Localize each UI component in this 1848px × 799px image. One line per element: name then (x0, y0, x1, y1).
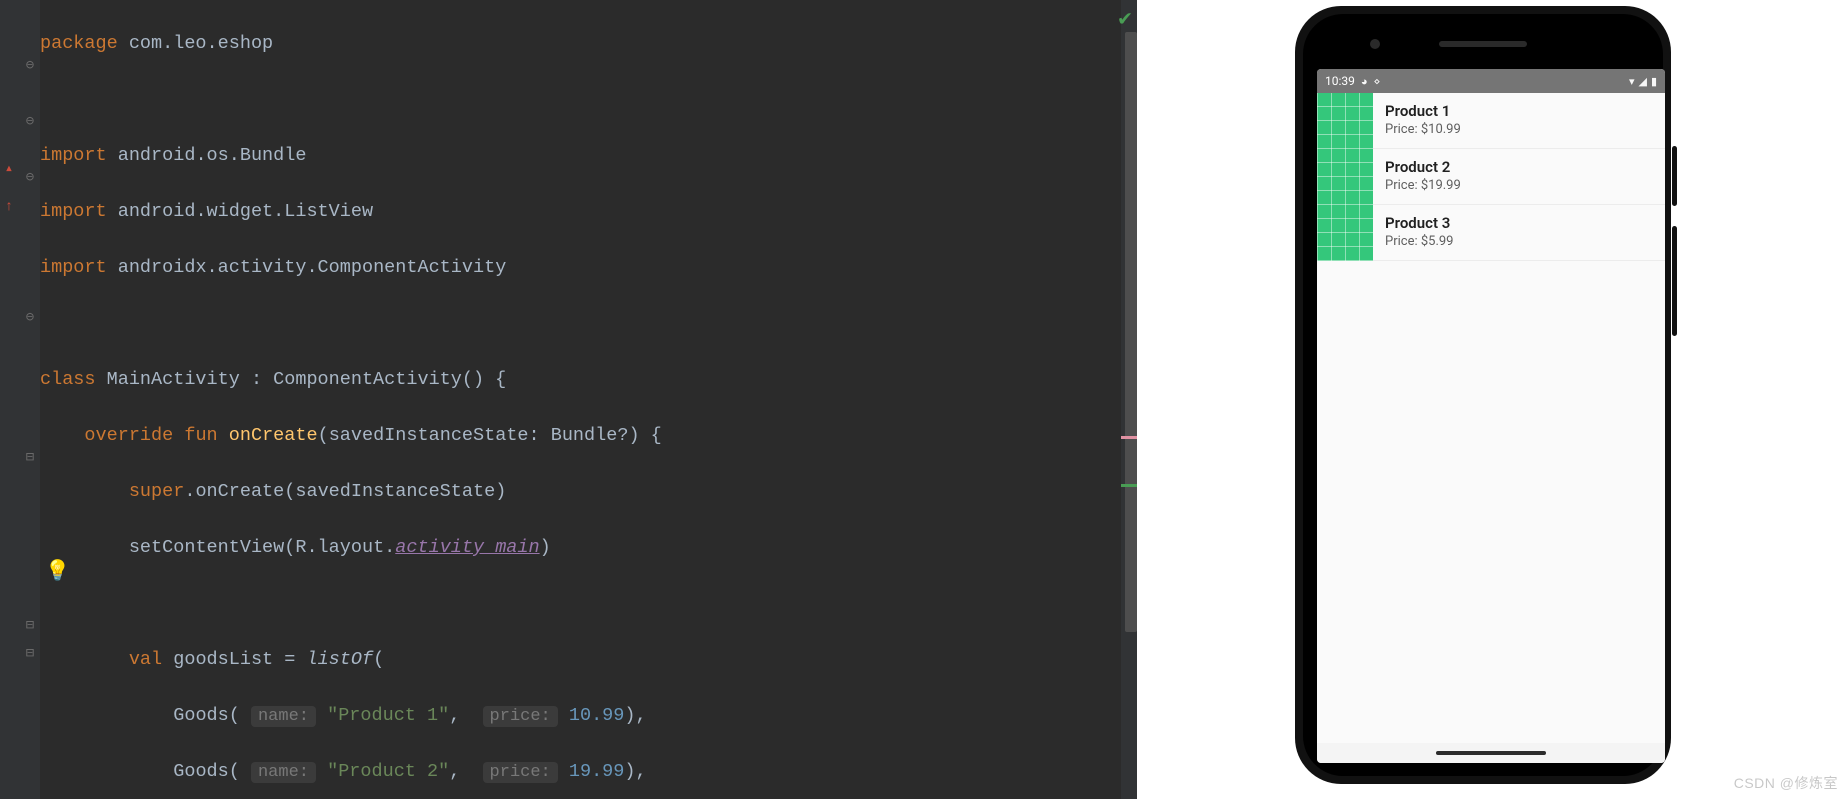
wifi-icon: ▾ (1629, 75, 1635, 88)
punct: ) (540, 537, 551, 558)
product-thumbnail (1317, 149, 1373, 205)
product-price: Price: $19.99 (1385, 178, 1461, 195)
editor-right-annotation-strip: ✔ (1121, 0, 1137, 799)
volume-button[interactable] (1672, 226, 1677, 336)
keyword: import (40, 145, 107, 166)
code-editor[interactable]: ⊖ ⊖ ⊖ ▴ ↑ ⊖ ⊟ ⊟ ⊟ 💡 ✔ package com.leo.es… (0, 0, 1137, 799)
breakpoint-indicator[interactable]: ▴ (2, 162, 16, 176)
punct: , (449, 761, 460, 782)
import-target: android.widget.ListView (107, 201, 373, 222)
fn-call: Goods( (173, 705, 240, 726)
status-bar: 10:39 ◕ ⋄ ▾ ◢ ▮ (1317, 69, 1665, 93)
list-item-text: Product 2 Price: $19.99 (1373, 158, 1461, 194)
fn-call: listOf (306, 649, 373, 670)
warning-marker[interactable] (1121, 484, 1137, 487)
punct: ( (373, 649, 384, 670)
fold-end[interactable]: ⊟ (22, 451, 38, 467)
list-item-text: Product 3 Price: $5.99 (1373, 214, 1454, 250)
gesture-nav-bar[interactable] (1317, 743, 1665, 763)
param-hint: name: (251, 762, 316, 783)
emulator-panel: 10:39 ◕ ⋄ ▾ ◢ ▮ Product 1 (1137, 0, 1848, 799)
function-name: onCreate (229, 425, 318, 446)
keyword: class (40, 369, 96, 390)
fold-toggle[interactable]: ⊖ (22, 59, 38, 75)
class-declaration: MainActivity : ComponentActivity() { (96, 369, 507, 390)
fold-end[interactable]: ⊟ (22, 619, 38, 635)
status-ok-icon: ✔ (1111, 6, 1137, 26)
status-today-icon: ◕ (1361, 75, 1368, 88)
power-button[interactable] (1672, 146, 1677, 206)
string-literal: "Product 1" (327, 705, 449, 726)
param-hint: price: (483, 706, 558, 727)
fold-end[interactable]: ⊟ (22, 647, 38, 663)
error-marker[interactable] (1121, 436, 1137, 439)
product-price: Price: $10.99 (1385, 122, 1461, 139)
list-item[interactable]: Product 2 Price: $19.99 (1317, 149, 1665, 205)
keyword: fun (173, 425, 229, 446)
keyword: override (84, 425, 173, 446)
override-indicator[interactable]: ↑ (2, 200, 16, 214)
list-item[interactable]: Product 1 Price: $10.99 (1317, 93, 1665, 149)
product-list[interactable]: Product 1 Price: $10.99 Product 2 Price:… (1317, 93, 1665, 743)
fold-toggle[interactable]: ⊖ (22, 171, 38, 187)
nav-pill[interactable] (1436, 751, 1546, 755)
number-literal: 10.99 (569, 705, 625, 726)
number-literal: 19.99 (569, 761, 625, 782)
product-thumbnail (1317, 205, 1373, 261)
product-title: Product 2 (1385, 158, 1461, 178)
layout-ref: activity_main (395, 537, 539, 558)
product-title: Product 3 (1385, 214, 1454, 234)
punct: , (449, 705, 460, 726)
fold-toggle[interactable]: ⊖ (22, 311, 38, 327)
product-thumbnail (1317, 93, 1373, 149)
signal-icon: ◢ (1638, 75, 1646, 88)
keyword: package (40, 33, 118, 54)
import-target: androidx.activity.ComponentActivity (107, 257, 507, 278)
param-hint: name: (251, 706, 316, 727)
string-literal: "Product 2" (327, 761, 449, 782)
product-title: Product 1 (1385, 102, 1461, 122)
device-frame: 10:39 ◕ ⋄ ▾ ◢ ▮ Product 1 (1295, 6, 1671, 784)
status-time: 10:39 (1325, 74, 1355, 88)
device-bezel: 10:39 ◕ ⋄ ▾ ◢ ▮ Product 1 (1303, 14, 1663, 776)
editor-gutter: ⊖ ⊖ ⊖ ▴ ↑ ⊖ ⊟ ⊟ ⊟ (0, 0, 40, 799)
battery-icon: ▮ (1651, 75, 1657, 88)
earpiece-speaker (1439, 41, 1527, 47)
call: .onCreate(savedInstanceState) (184, 481, 506, 502)
param-hint: price: (483, 762, 558, 783)
fold-toggle[interactable]: ⊖ (22, 115, 38, 131)
code-area[interactable]: package com.leo.eshop import android.os.… (40, 0, 1100, 799)
call: setContentView(R.layout. (129, 537, 395, 558)
status-debug-icon: ⋄ (1374, 75, 1381, 88)
fn-call: Goods( (173, 761, 240, 782)
import-target: android.os.Bundle (107, 145, 307, 166)
keyword: val (129, 649, 162, 670)
keyword: super (129, 481, 185, 502)
watermark: CSDN @修炼室 (1734, 773, 1838, 793)
keyword: import (40, 257, 107, 278)
product-price: Price: $5.99 (1385, 234, 1454, 251)
params: (savedInstanceState: Bundle?) { (318, 425, 662, 446)
package-name: com.leo.eshop (118, 33, 273, 54)
list-item-text: Product 1 Price: $10.99 (1373, 102, 1461, 138)
punct: ), (624, 761, 646, 782)
keyword: import (40, 201, 107, 222)
scrollbar-thumb[interactable] (1125, 32, 1137, 632)
punct: ), (624, 705, 646, 726)
var-name: goodsList = (162, 649, 306, 670)
list-item[interactable]: Product 3 Price: $5.99 (1317, 205, 1665, 261)
front-camera (1370, 39, 1380, 49)
device-screen[interactable]: 10:39 ◕ ⋄ ▾ ◢ ▮ Product 1 (1317, 69, 1665, 763)
